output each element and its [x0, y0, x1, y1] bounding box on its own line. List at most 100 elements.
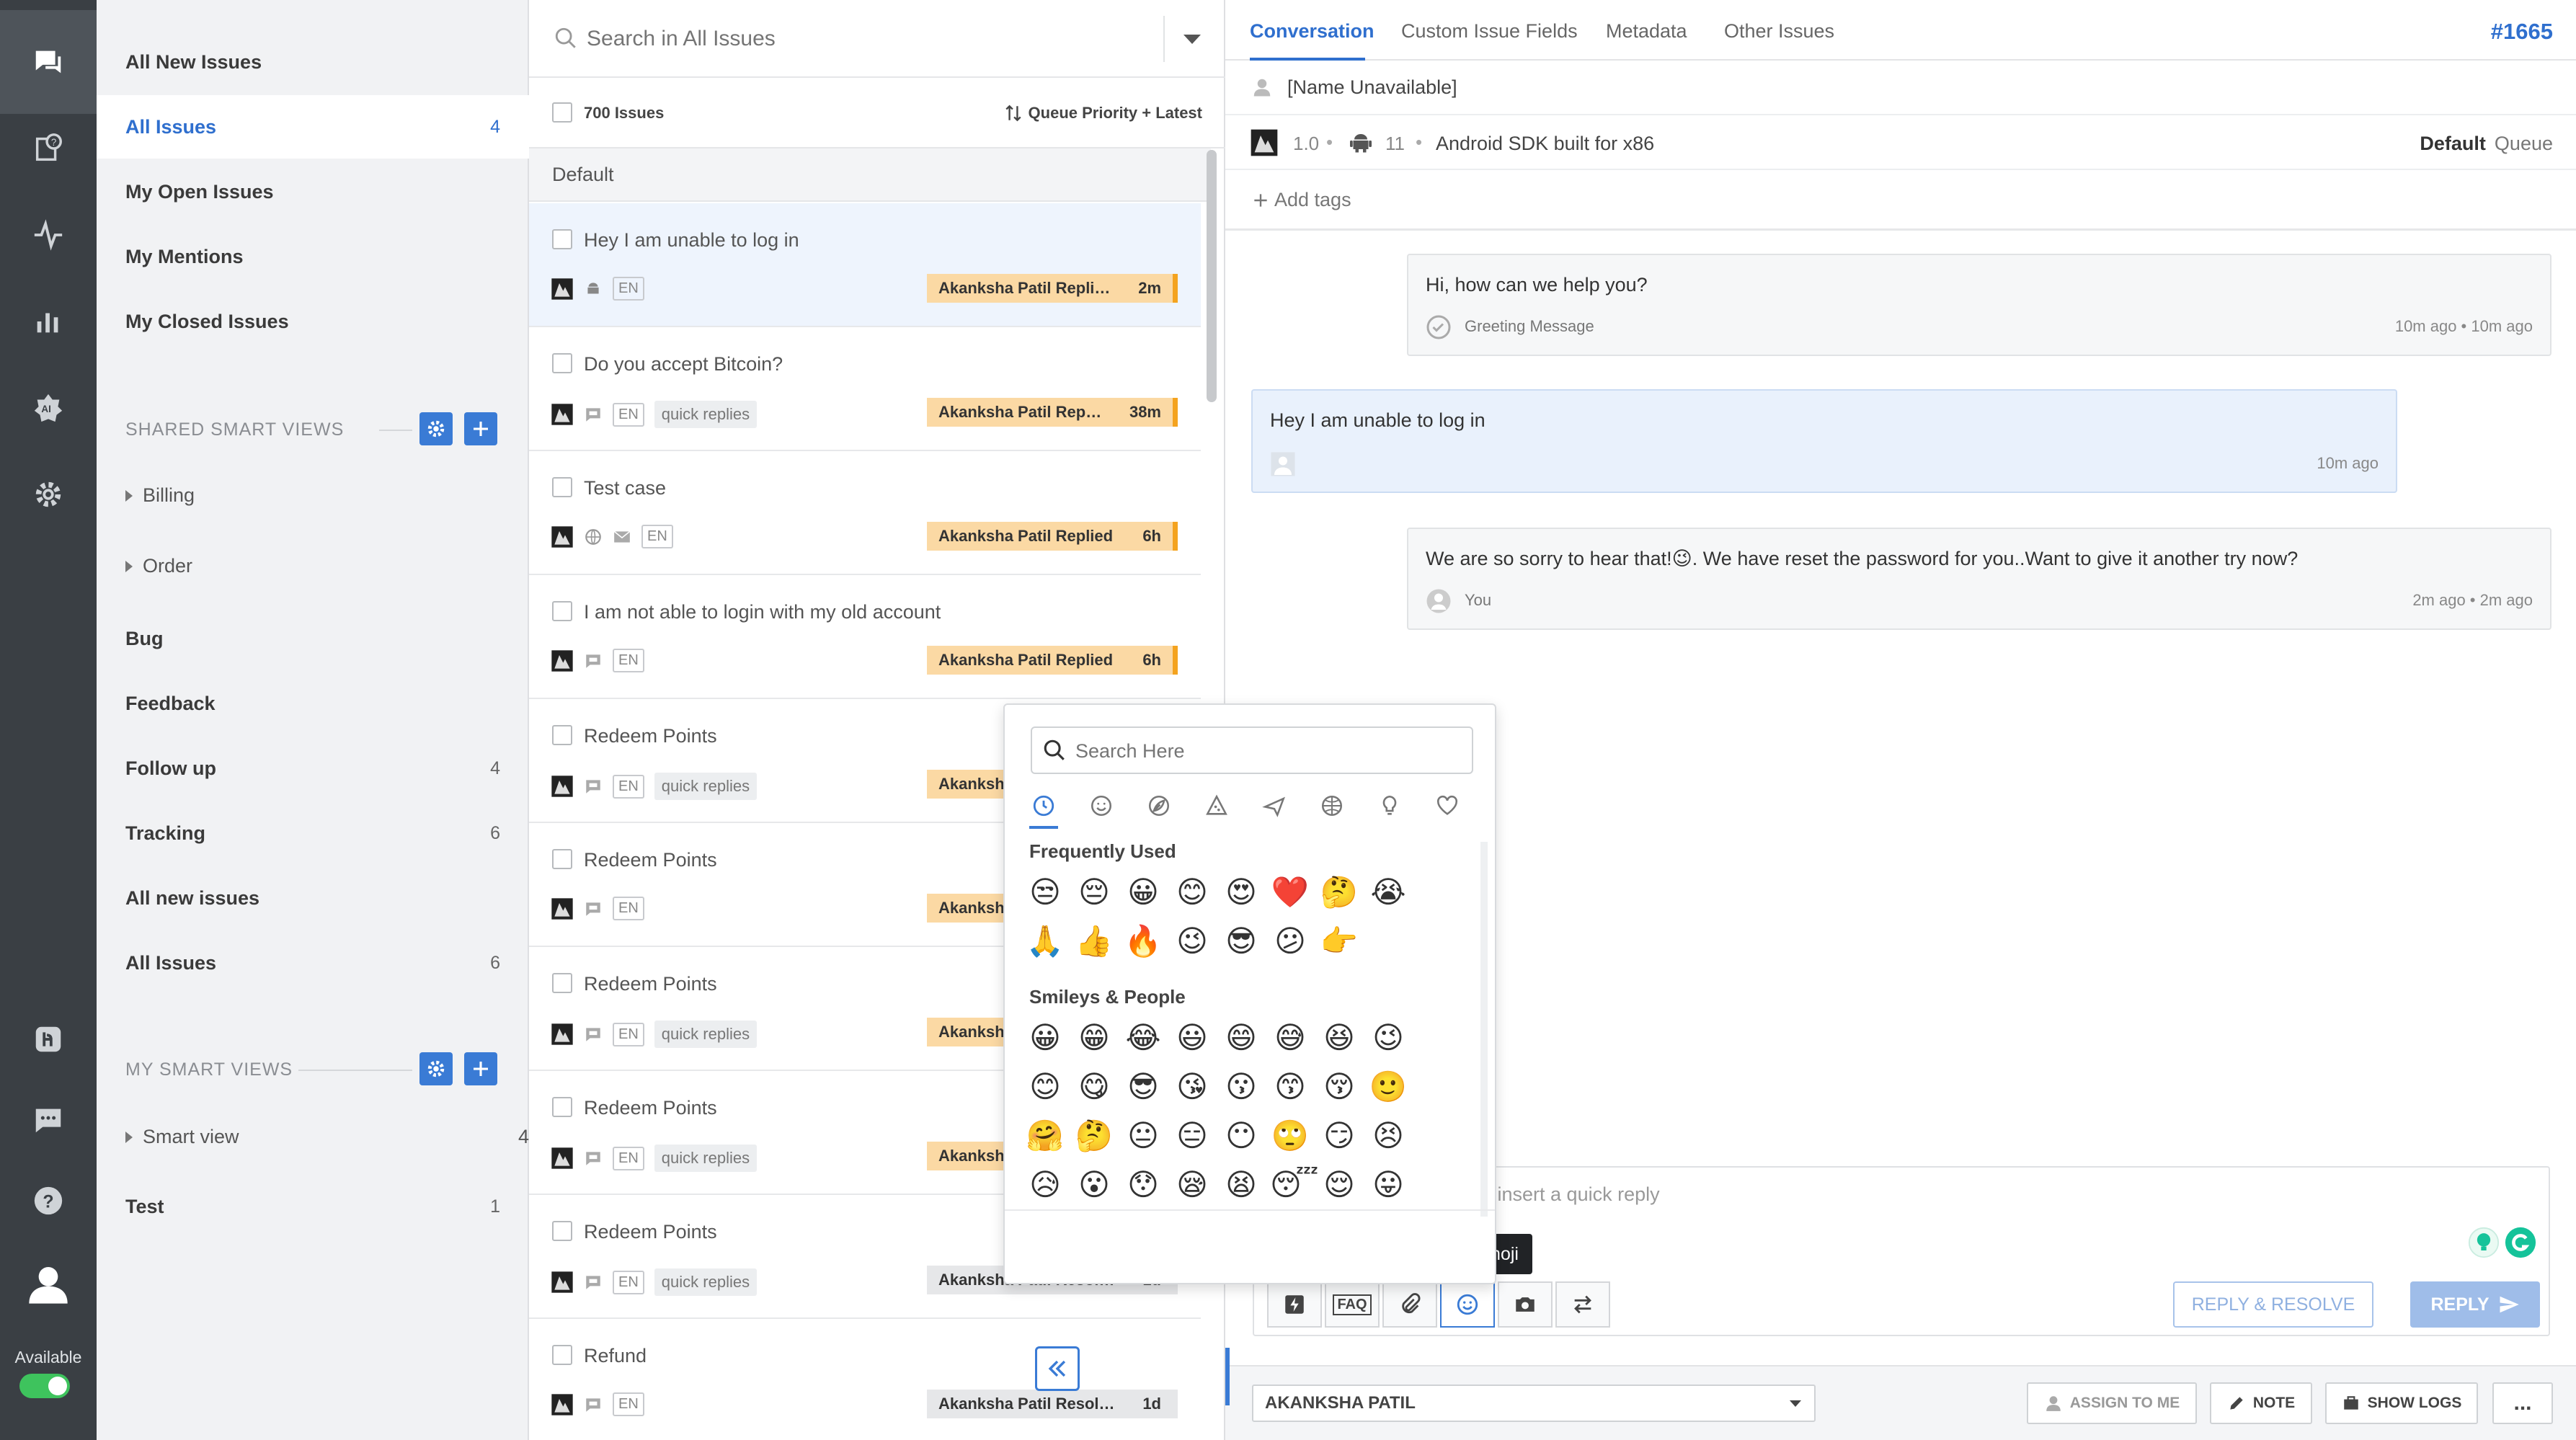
issue-row[interactable]: Do you accept Bitcoin? EN quick replies Aka… — [529, 327, 1201, 451]
emoji-option[interactable]: 😅 — [1270, 1018, 1310, 1058]
select-all-checkbox[interactable] — [552, 102, 572, 123]
emoji-option[interactable]: 😊 — [1025, 1067, 1065, 1107]
emoji-option[interactable]: 😃 — [1172, 1018, 1212, 1058]
view-bug[interactable]: Bug — [97, 607, 529, 670]
tab-custom-issue-fields[interactable]: Custom Issue Fields — [1401, 20, 1578, 43]
view-follow-up[interactable]: Follow up 4 — [97, 737, 529, 800]
my-views-settings-button[interactable] — [419, 1052, 453, 1085]
issue-checkbox[interactable] — [552, 601, 572, 621]
view-my-open-issues[interactable]: My Open Issues — [97, 160, 529, 223]
emoji-option[interactable]: 😍 — [1221, 872, 1261, 912]
queue-info[interactable]: Default Queue — [2420, 133, 2553, 155]
view-tracking[interactable]: Tracking 6 — [97, 801, 529, 865]
issue-checkbox[interactable] — [552, 229, 572, 249]
note-button[interactable]: NOTE — [2210, 1382, 2312, 1424]
view-order[interactable]: Order — [125, 555, 500, 577]
insert-emoji-button[interactable] — [1440, 1281, 1495, 1328]
view-all-new-issues-shared[interactable]: All new issues — [97, 866, 529, 930]
view-my-mentions[interactable]: My Mentions — [97, 225, 529, 288]
emoji-option[interactable]: 😌 — [1319, 1165, 1359, 1205]
issue-row[interactable]: I am not able to login with my old accou… — [529, 575, 1201, 699]
add-tags-link[interactable]: Add tags — [1251, 189, 1351, 211]
add-my-view-button[interactable] — [464, 1052, 497, 1085]
tab-other-issues[interactable]: Other Issues — [1724, 20, 1834, 43]
emoji-option[interactable]: 😮 — [1074, 1165, 1114, 1205]
emoji-option[interactable]: 😚 — [1319, 1067, 1359, 1107]
issue-row[interactable]: Test case EN Akanksha Patil Replied 6h — [529, 451, 1201, 575]
quick-reply-button[interactable] — [1267, 1281, 1322, 1328]
shared-views-settings-button[interactable] — [419, 412, 453, 445]
view-all-issues[interactable]: All Issues 4 — [97, 95, 529, 159]
emoji-option[interactable]: 😯 — [1123, 1165, 1163, 1205]
reply-button[interactable]: REPLY — [2410, 1281, 2540, 1328]
emoji-option[interactable]: 😴 — [1270, 1165, 1318, 1205]
issue-checkbox[interactable] — [552, 1097, 572, 1117]
issue-checkbox[interactable] — [552, 973, 572, 993]
emoji-option[interactable]: 😣 — [1368, 1116, 1408, 1156]
emoji-option[interactable]: 😥 — [1025, 1165, 1065, 1205]
search-filter-dropdown[interactable] — [1183, 35, 1201, 44]
emoji-option[interactable]: 🙏 — [1025, 921, 1065, 961]
emoji-search-input[interactable] — [1075, 738, 1450, 764]
issue-checkbox[interactable] — [552, 353, 572, 373]
emoji-option[interactable]: 😉 — [1172, 921, 1212, 961]
assign-to-me-button[interactable]: ASSIGN TO ME — [2027, 1382, 2197, 1424]
emoji-option[interactable]: 😀 — [1123, 872, 1163, 912]
tab-conversation[interactable]: Conversation — [1250, 20, 1374, 43]
emoji-option[interactable]: 😊 — [1172, 872, 1212, 912]
issue-checkbox[interactable] — [552, 1221, 572, 1241]
issue-checkbox[interactable] — [552, 477, 572, 497]
emoji-option[interactable]: 😔 — [1074, 872, 1114, 912]
emoji-option[interactable]: 😑 — [1172, 1116, 1212, 1156]
emoji-option[interactable]: 😶 — [1221, 1116, 1261, 1156]
tab-metadata[interactable]: Metadata — [1606, 20, 1687, 43]
emoji-option[interactable]: 😗 — [1221, 1067, 1261, 1107]
view-all-new-issues[interactable]: All New Issues — [97, 30, 529, 94]
emoji-option[interactable]: 😋 — [1074, 1067, 1114, 1107]
category-activities[interactable] — [1318, 791, 1346, 820]
emoji-option[interactable]: 🙄 — [1270, 1116, 1310, 1156]
profile-nav[interactable] — [0, 1232, 97, 1336]
emoji-option[interactable]: 😭 — [1368, 872, 1408, 912]
category-recent[interactable] — [1029, 791, 1058, 820]
availability-toggle[interactable] — [19, 1374, 70, 1398]
emoji-option[interactable]: 🙂 — [1368, 1067, 1408, 1107]
emoji-option[interactable]: 😆 — [1319, 1018, 1359, 1058]
emoji-option[interactable]: 🤗 — [1025, 1116, 1065, 1156]
emoji-option[interactable]: 🤔 — [1319, 872, 1359, 912]
emoji-option[interactable]: 🔥 — [1123, 921, 1163, 961]
emoji-option[interactable]: 😒 — [1025, 872, 1065, 912]
screenshot-button[interactable] — [1498, 1281, 1553, 1328]
customer-name[interactable]: [Name Unavailable] — [1287, 76, 1457, 99]
emoji-option[interactable]: 😛 — [1368, 1165, 1408, 1205]
category-food[interactable] — [1202, 791, 1231, 820]
issue-row[interactable]: Refund EN Akanksha Patil Resol… 1d — [529, 1319, 1201, 1440]
emoji-option[interactable]: 😎 — [1221, 921, 1261, 961]
view-test[interactable]: Test 1 — [97, 1175, 529, 1238]
emoji-option[interactable]: 😄 — [1221, 1018, 1261, 1058]
reply-and-resolve-button[interactable]: REPLY & RESOLVE — [2173, 1281, 2373, 1328]
issue-checkbox[interactable] — [552, 1345, 572, 1365]
emoji-option[interactable]: 😏 — [1319, 1116, 1359, 1156]
faq-button[interactable]: FAQ — [1325, 1281, 1380, 1328]
list-scrollbar[interactable] — [1207, 150, 1217, 402]
category-symbols[interactable] — [1433, 791, 1462, 820]
emoji-option[interactable]: ❤️ — [1270, 872, 1310, 912]
view-all-issues-shared[interactable]: All Issues 6 — [97, 931, 529, 995]
sort-control[interactable]: Queue Priority + Latest — [1004, 104, 1202, 123]
emoji-option[interactable]: 😀 — [1025, 1018, 1065, 1058]
emoji-option[interactable]: 😂 — [1123, 1018, 1163, 1058]
issue-checkbox[interactable] — [552, 725, 572, 745]
emoji-option[interactable]: 😁 — [1074, 1018, 1114, 1058]
view-feedback[interactable]: Feedback — [97, 672, 529, 735]
emoji-option[interactable]: 👍 — [1074, 921, 1114, 961]
view-billing[interactable]: Billing — [125, 484, 500, 507]
emoji-option[interactable]: 😙 — [1270, 1067, 1310, 1107]
emoji-option[interactable]: 😎 — [1123, 1067, 1163, 1107]
more-options-button[interactable]: ... — [2492, 1382, 2553, 1424]
category-nature[interactable] — [1145, 791, 1173, 820]
category-objects[interactable] — [1375, 791, 1404, 820]
collapse-panel-button[interactable] — [1035, 1346, 1080, 1391]
emoji-option[interactable]: 😉 — [1368, 1018, 1408, 1058]
grammarly-widget[interactable] — [2456, 1224, 2537, 1261]
